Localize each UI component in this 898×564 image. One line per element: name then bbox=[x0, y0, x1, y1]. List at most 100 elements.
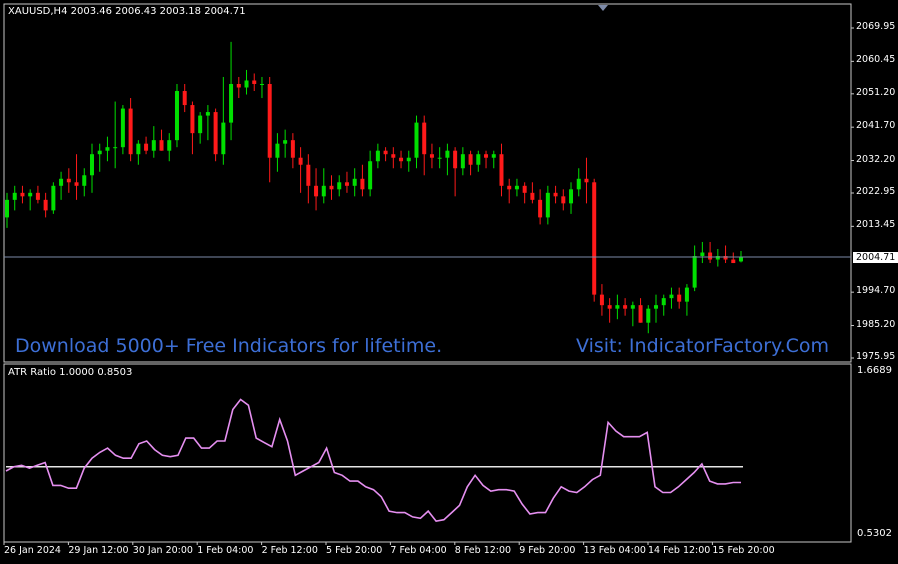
candle-body bbox=[476, 154, 481, 165]
candle-body bbox=[252, 80, 257, 84]
candle-body bbox=[437, 157, 442, 159]
candle-body bbox=[213, 112, 218, 155]
candle-body bbox=[198, 115, 203, 134]
candle-body bbox=[290, 140, 295, 158]
price-tick-label: 2069.95 bbox=[856, 21, 896, 32]
candle-body bbox=[561, 196, 566, 204]
candle-body bbox=[360, 178, 365, 190]
indicator-frame bbox=[3, 363, 852, 543]
candle-body bbox=[538, 199, 543, 218]
candle-body bbox=[35, 192, 40, 200]
candle-body bbox=[337, 182, 342, 190]
candle-body bbox=[314, 185, 319, 197]
candle-body bbox=[174, 91, 179, 141]
candle-body bbox=[708, 252, 713, 260]
candle-body bbox=[298, 157, 303, 165]
candle-body bbox=[275, 143, 280, 158]
trading-chart[interactable] bbox=[0, 0, 898, 564]
candle-body bbox=[468, 154, 473, 165]
candle-body bbox=[144, 143, 149, 151]
time-tick-label: 13 Feb 04:00 bbox=[583, 545, 646, 556]
price-tick-label: 1975.95 bbox=[856, 351, 896, 362]
candle-body bbox=[113, 147, 118, 149]
candle-body bbox=[514, 185, 519, 190]
candle-body bbox=[692, 256, 697, 288]
candle-body bbox=[5, 199, 9, 218]
price-tick-label: 2051.20 bbox=[856, 86, 896, 98]
time-tick-label: 30 Jan 20:00 bbox=[132, 545, 193, 556]
candle-body bbox=[607, 305, 612, 309]
price-tick-label: 2060.45 bbox=[856, 54, 896, 66]
time-tick-label: 2 Feb 12:00 bbox=[261, 545, 318, 556]
candle-body bbox=[205, 112, 210, 116]
candle-body bbox=[66, 178, 71, 183]
time-tick-label: 7 Feb 04:00 bbox=[390, 545, 447, 556]
candle-body bbox=[97, 150, 102, 155]
candle-body bbox=[43, 199, 48, 211]
time-tick-label: 14 Feb 12:00 bbox=[648, 545, 711, 556]
candle-body bbox=[51, 185, 56, 211]
candle-body bbox=[329, 185, 334, 190]
candle-body bbox=[406, 157, 411, 162]
candle-body bbox=[283, 140, 288, 144]
candle-body bbox=[739, 257, 743, 262]
candle-body bbox=[522, 185, 527, 193]
time-tick-label: 8 Feb 12:00 bbox=[454, 545, 512, 556]
price-tick-label: 2032.20 bbox=[856, 153, 896, 165]
atr-ratio-series bbox=[5, 398, 743, 522]
candle-body bbox=[661, 298, 666, 306]
price-tick-label: 2022.95 bbox=[856, 186, 896, 197]
candle-body bbox=[429, 154, 434, 158]
candle-body bbox=[684, 287, 689, 302]
candle-body bbox=[190, 105, 195, 134]
indicator-title: ATR Ratio 1.0000 0.8503 bbox=[8, 367, 133, 378]
candle-body bbox=[623, 305, 628, 309]
candle-body bbox=[182, 91, 187, 106]
candle-body bbox=[669, 294, 674, 299]
candle-body bbox=[259, 83, 264, 85]
indicator-max-label: 1.6689 bbox=[857, 365, 892, 376]
candle-body bbox=[352, 178, 357, 186]
chart-symbol-title: XAUUSD,H4 2003.46 2006.43 2003.18 2004.7… bbox=[8, 6, 246, 17]
candle-body bbox=[460, 154, 465, 169]
promo-visit-link[interactable]: Visit: IndicatorFactory.Com bbox=[576, 335, 829, 357]
candle-body bbox=[159, 140, 164, 151]
candle-body bbox=[28, 192, 33, 197]
time-tick-label: 1 Feb 04:00 bbox=[197, 545, 254, 556]
candle-body bbox=[569, 189, 574, 204]
candle-body bbox=[615, 305, 620, 309]
candle-body bbox=[599, 294, 604, 306]
candle-body bbox=[731, 259, 736, 264]
candle-body bbox=[20, 192, 25, 197]
candle-body bbox=[646, 308, 651, 323]
atr-ratio-line bbox=[5, 398, 741, 522]
candle-body bbox=[82, 175, 87, 186]
candle-body bbox=[167, 140, 172, 151]
candlestick-series bbox=[5, 41, 743, 334]
candle-body bbox=[128, 108, 133, 155]
candle-body bbox=[229, 83, 234, 123]
candle-body bbox=[12, 192, 17, 200]
candle-body bbox=[638, 305, 643, 323]
time-tick-label: 29 Jan 12:00 bbox=[68, 545, 129, 556]
candle-body bbox=[267, 83, 272, 158]
candle-body bbox=[89, 154, 94, 176]
candle-body bbox=[105, 147, 110, 151]
main-chart-frame bbox=[3, 3, 852, 363]
candle-body bbox=[414, 122, 419, 158]
candle-body bbox=[584, 178, 589, 183]
chart-frames bbox=[3, 3, 854, 545]
time-tick-label: 26 Jan 2024 bbox=[4, 545, 61, 556]
promo-download-text: Download 5000+ Free Indicators for lifet… bbox=[15, 335, 443, 357]
candle-body bbox=[507, 185, 512, 190]
candle-body bbox=[700, 252, 705, 257]
candle-body bbox=[321, 185, 326, 197]
time-tick-label: 5 Feb 20:00 bbox=[326, 545, 383, 556]
candle-body bbox=[491, 154, 496, 158]
candle-body bbox=[499, 154, 504, 186]
candle-body bbox=[236, 83, 241, 88]
candle-body bbox=[545, 192, 550, 218]
candle-body bbox=[630, 305, 635, 309]
candle-body bbox=[654, 305, 659, 309]
candle-body bbox=[453, 150, 458, 169]
